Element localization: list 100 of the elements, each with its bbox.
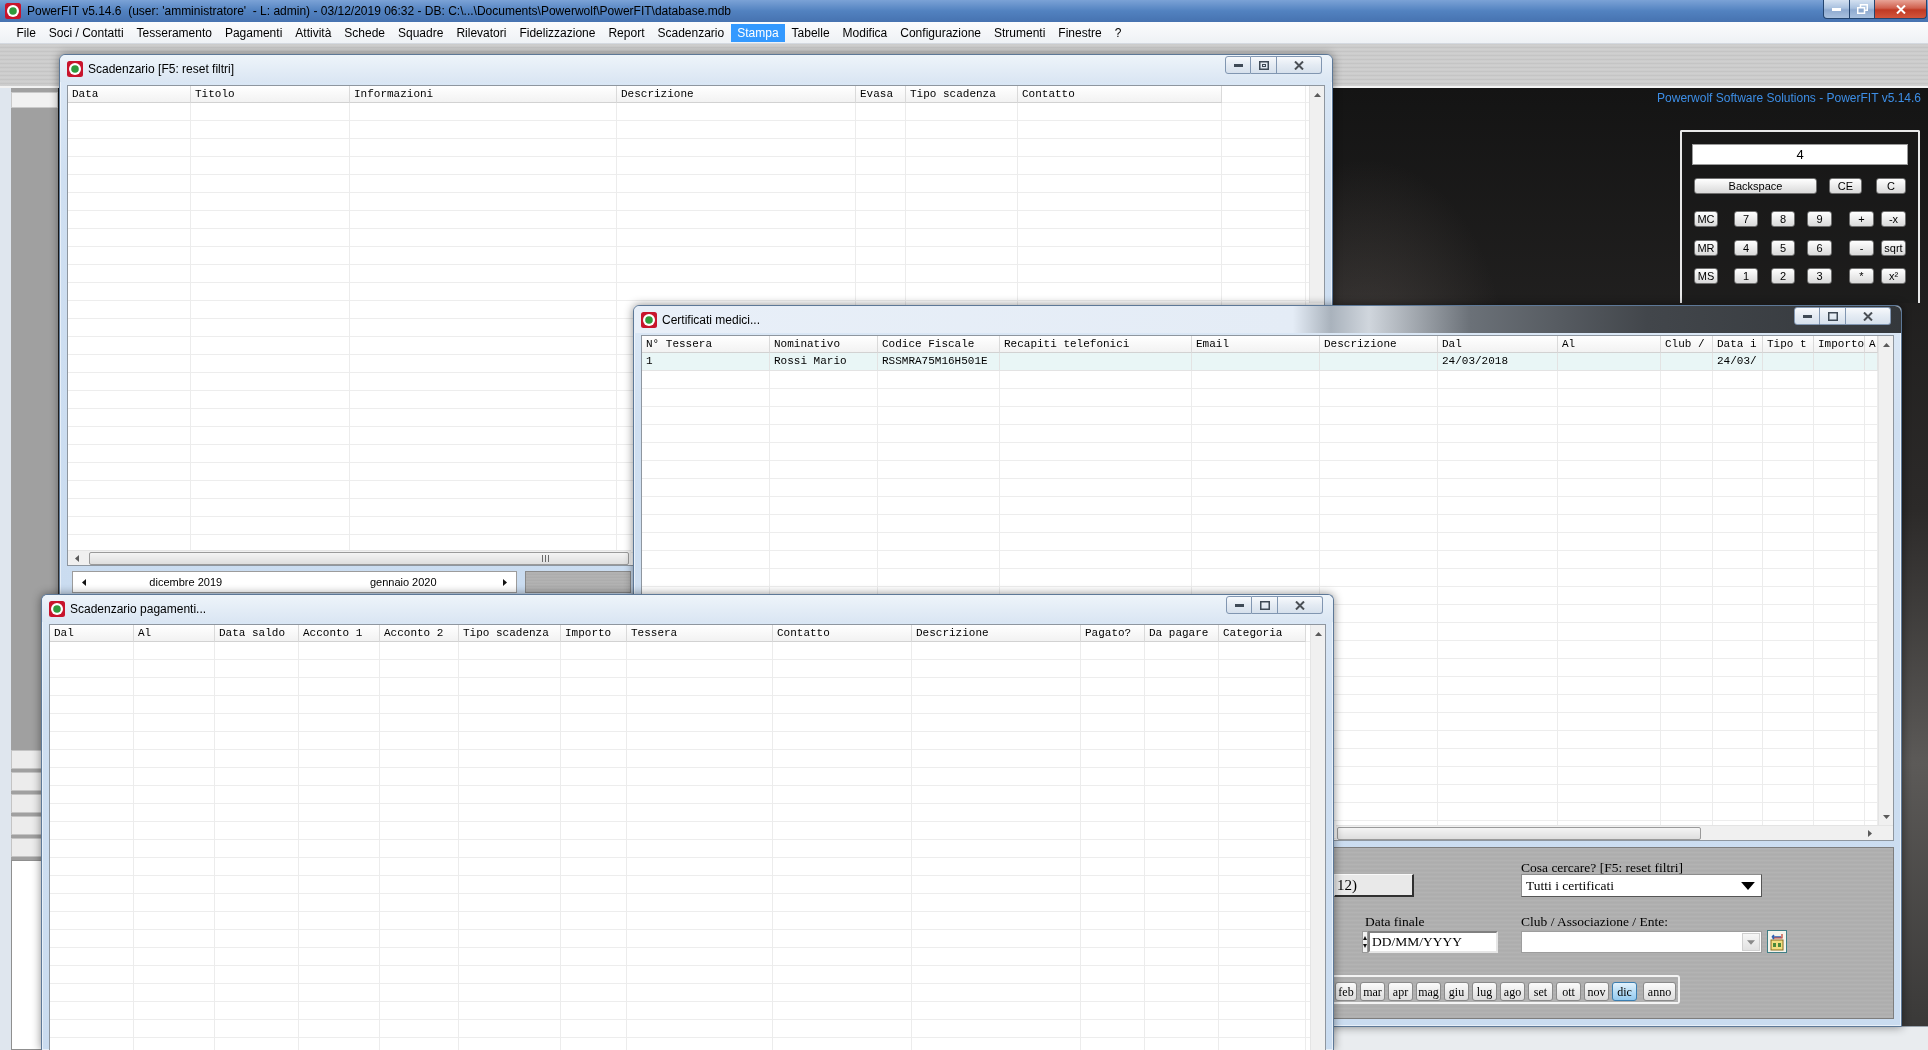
- column-header[interactable]: Importo: [1814, 336, 1865, 353]
- restore-button[interactable]: [1850, 0, 1875, 19]
- column-header[interactable]: Tipo scadenza: [906, 86, 1018, 103]
- column-header[interactable]: Email: [1192, 336, 1320, 353]
- column-header[interactable]: Recapiti telefonici: [1000, 336, 1192, 353]
- column-header[interactable]: Dal: [1438, 336, 1558, 353]
- column-header[interactable]: Pagato?: [1081, 625, 1145, 642]
- column-header[interactable]: Club /: [1661, 336, 1713, 353]
- vertical-scrollbar[interactable]: [1309, 86, 1324, 303]
- close-button[interactable]: [1278, 596, 1323, 614]
- calculator-key[interactable]: -: [1849, 239, 1874, 256]
- period-button[interactable]: ago: [1500, 982, 1525, 1001]
- minimize-button[interactable]: [1225, 56, 1251, 74]
- minimize-button[interactable]: [1226, 596, 1252, 614]
- column-header[interactable]: Dal: [50, 625, 134, 642]
- calculator-key[interactable]: MC: [1694, 211, 1718, 227]
- menu-item[interactable]: ?: [1108, 23, 1128, 42]
- calculator-key[interactable]: sqrt: [1881, 239, 1906, 256]
- column-header[interactable]: Data i: [1713, 336, 1763, 353]
- combo-field[interactable]: [1521, 931, 1762, 953]
- column-header[interactable]: Acconto 1: [299, 625, 380, 642]
- period-button[interactable]: set: [1528, 982, 1553, 1001]
- calculator-key[interactable]: -x: [1881, 211, 1906, 227]
- calculator-key[interactable]: 7: [1734, 211, 1758, 227]
- menu-item[interactable]: Squadre: [391, 23, 450, 42]
- period-button[interactable]: mar: [1360, 982, 1385, 1001]
- close-button[interactable]: [1846, 307, 1891, 325]
- maximize-button[interactable]: [1251, 56, 1277, 74]
- column-header[interactable]: Informazioni: [350, 86, 617, 103]
- column-header[interactable]: Tipo scadenza: [459, 625, 561, 642]
- date-field[interactable]: DD/MM/YYYY: [1368, 931, 1498, 953]
- calculator-key[interactable]: Backspace: [1694, 178, 1817, 194]
- period-button[interactable]: lug: [1472, 982, 1497, 1001]
- column-header[interactable]: Al: [1558, 336, 1661, 353]
- period-button[interactable]: apr: [1388, 982, 1413, 1001]
- column-header[interactable]: Tipo t: [1763, 336, 1814, 353]
- column-header[interactable]: Tessera: [627, 625, 773, 642]
- calculator-key[interactable]: MS: [1694, 268, 1718, 284]
- column-header[interactable]: Da pagare: [1145, 625, 1219, 642]
- column-header[interactable]: Acconto 2: [380, 625, 459, 642]
- column-header[interactable]: Data saldo: [215, 625, 299, 642]
- action-button[interactable]: 12): [1334, 874, 1414, 897]
- column-header[interactable]: A: [1865, 336, 1878, 353]
- menu-item[interactable]: Fidelizzazione: [512, 23, 602, 42]
- calculator-key[interactable]: x²: [1881, 268, 1906, 284]
- calculator-key[interactable]: 2: [1771, 268, 1795, 284]
- scrollbar-thumb[interactable]: [1337, 826, 1701, 840]
- minimize-button[interactable]: [1823, 0, 1850, 19]
- maximize-button[interactable]: [1252, 596, 1278, 614]
- period-button[interactable]: feb: [1335, 982, 1357, 1001]
- menu-item[interactable]: Attività: [288, 23, 338, 42]
- document-button[interactable]: [1767, 930, 1787, 953]
- vertical-scrollbar[interactable]: [1878, 336, 1893, 825]
- calculator-key[interactable]: MR: [1694, 239, 1718, 256]
- close-button[interactable]: [1875, 0, 1927, 19]
- vertical-scrollbar[interactable]: [1310, 625, 1325, 1050]
- period-button[interactable]: anno: [1643, 982, 1676, 1001]
- horizontal-scrollbar[interactable]: [1336, 825, 1893, 840]
- period-button[interactable]: ott: [1556, 982, 1581, 1001]
- dropdown-button[interactable]: [1742, 933, 1760, 951]
- menu-item[interactable]: Strumenti: [987, 23, 1052, 42]
- calculator-key[interactable]: 9: [1807, 211, 1832, 227]
- minimize-button[interactable]: [1794, 307, 1820, 325]
- period-button[interactable]: mag: [1416, 982, 1441, 1001]
- column-header[interactable]: Data: [68, 86, 191, 103]
- menu-item[interactable]: Rilevatori: [449, 23, 513, 42]
- column-header[interactable]: N° Tessera: [642, 336, 770, 353]
- period-button[interactable]: nov: [1584, 982, 1609, 1001]
- column-header[interactable]: Codice Fiscale: [878, 336, 1000, 353]
- menu-item[interactable]: Tesseramento: [130, 23, 219, 42]
- calculator-key[interactable]: CE: [1829, 178, 1862, 194]
- column-header[interactable]: Contatto: [1018, 86, 1222, 103]
- calculator-key[interactable]: 5: [1771, 239, 1795, 256]
- column-header[interactable]: Importo: [561, 625, 627, 642]
- calculator-key[interactable]: *: [1849, 268, 1874, 284]
- calculator-key[interactable]: 4: [1734, 239, 1758, 256]
- menu-item[interactable]: Configurazione: [893, 23, 988, 42]
- close-button[interactable]: [1277, 56, 1322, 74]
- menu-item[interactable]: Finestre: [1051, 23, 1109, 42]
- menu-item[interactable]: File: [10, 23, 43, 42]
- menu-item[interactable]: Modifica: [836, 23, 894, 42]
- calculator-key[interactable]: 6: [1807, 239, 1832, 256]
- column-header[interactable]: Descrizione: [617, 86, 856, 103]
- column-header[interactable]: Titolo: [191, 86, 350, 103]
- menu-item[interactable]: Soci / Contatti: [42, 23, 131, 42]
- maximize-button[interactable]: [1820, 307, 1846, 325]
- column-header[interactable]: Nominativo: [770, 336, 878, 353]
- dropdown[interactable]: Tutti i certificati: [1521, 874, 1762, 897]
- period-button[interactable]: giu: [1444, 982, 1469, 1001]
- column-header[interactable]: Descrizione: [912, 625, 1081, 642]
- column-header[interactable]: Descrizione: [1320, 336, 1438, 353]
- menu-item[interactable]: Schede: [337, 23, 392, 42]
- menu-item[interactable]: Scadenzario: [651, 23, 731, 42]
- column-header[interactable]: Evasa: [856, 86, 906, 103]
- menu-item[interactable]: Tabelle: [785, 23, 837, 42]
- calculator-key[interactable]: +: [1849, 211, 1874, 227]
- menu-item[interactable]: Report: [601, 23, 651, 42]
- menu-item[interactable]: Pagamenti: [218, 23, 289, 42]
- column-header[interactable]: Al: [134, 625, 215, 642]
- calculator-key[interactable]: 3: [1807, 268, 1832, 284]
